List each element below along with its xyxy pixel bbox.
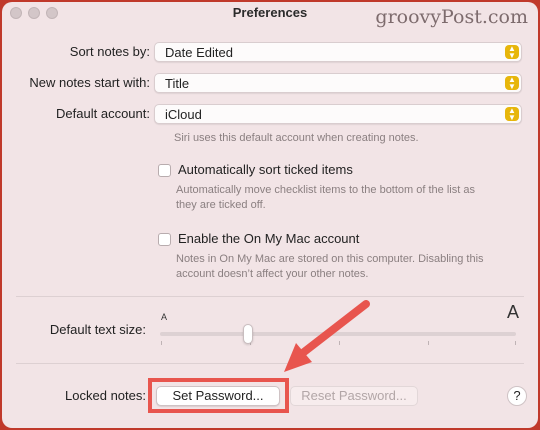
annotation-arrow bbox=[284, 300, 370, 372]
arrow-shaft bbox=[300, 300, 370, 356]
